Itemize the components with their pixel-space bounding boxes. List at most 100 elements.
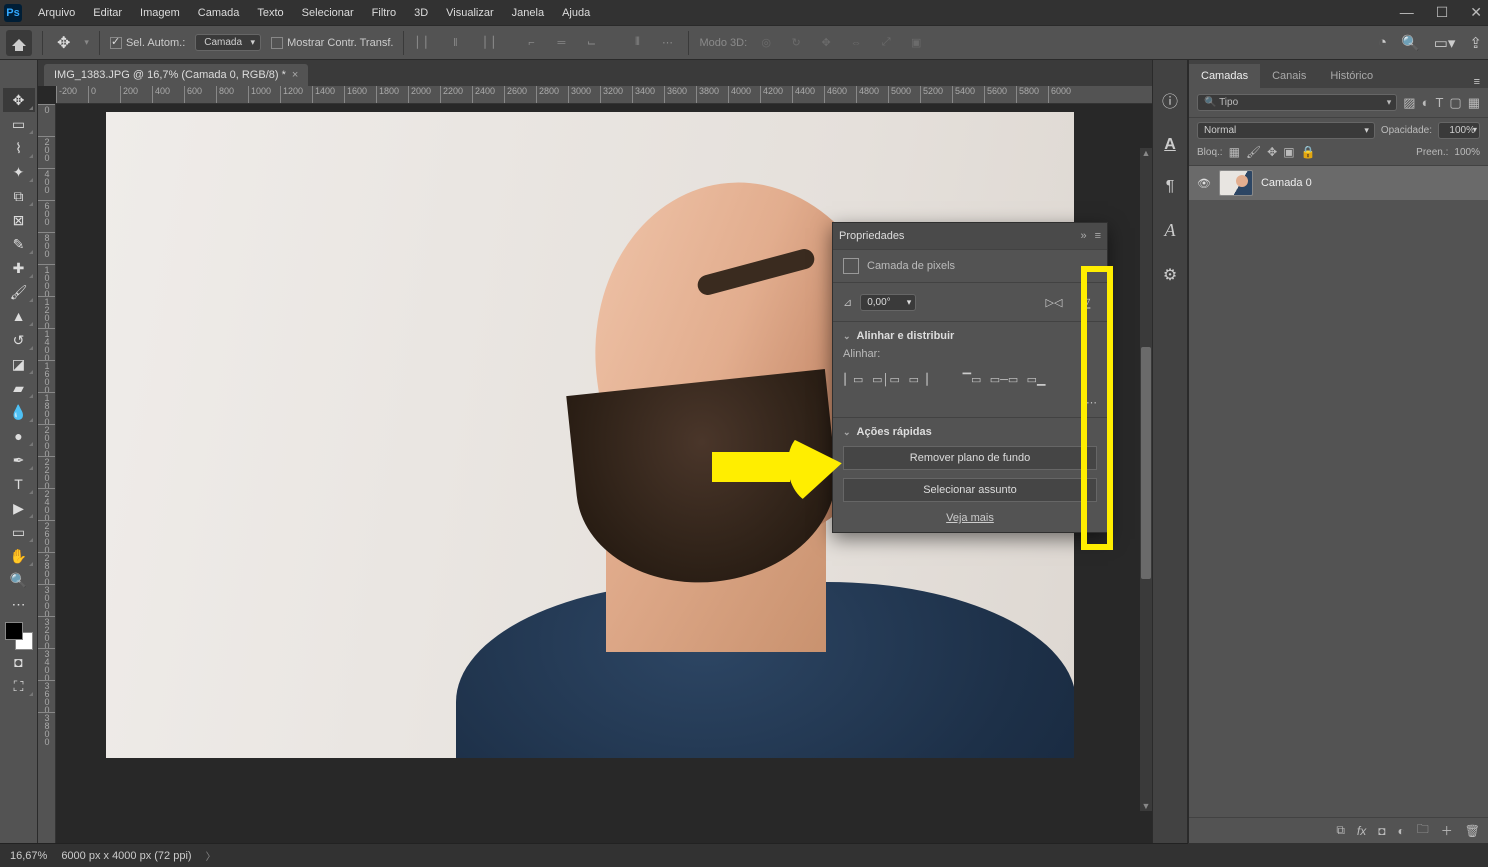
select-subject-button[interactable]: Selecionar assunto: [843, 478, 1097, 502]
vertical-scrollbar[interactable]: ▲ ▼: [1140, 148, 1152, 811]
crop-tool[interactable]: ⧉: [3, 184, 35, 208]
filter-smart-icon[interactable]: ▦: [1468, 95, 1480, 111]
cloud-docs-icon[interactable]: ◔: [1378, 34, 1387, 51]
layer-item[interactable]: 👁 Camada 0: [1189, 166, 1488, 200]
brush-tool[interactable]: 🖌: [3, 280, 35, 304]
dodge-tool[interactable]: ●: [3, 424, 35, 448]
tab-history[interactable]: Histórico: [1318, 64, 1385, 88]
type-tool[interactable]: T: [3, 472, 35, 496]
properties-header[interactable]: Propriedades » ≡: [833, 223, 1107, 249]
clone-stamp-tool[interactable]: ▲: [3, 304, 35, 328]
paragraph-panel-icon[interactable]: ¶: [1166, 178, 1175, 196]
align-center-h-icon[interactable]: ▭│▭: [875, 368, 897, 390]
align-right-icon[interactable]: ▭▕: [907, 368, 929, 390]
workspace-icon[interactable]: ▭▾: [1434, 34, 1456, 52]
info-panel-icon[interactable]: ⓘ: [1162, 88, 1178, 112]
fill-value[interactable]: 100%: [1454, 147, 1480, 158]
flip-vertical-icon[interactable]: ▽̲: [1075, 291, 1097, 313]
lasso-tool[interactable]: ⌇: [3, 136, 35, 160]
shape-tool[interactable]: ▭: [3, 520, 35, 544]
align-middle-v-icon[interactable]: ▭─▭: [993, 368, 1015, 390]
menu-help[interactable]: Ajuda: [554, 4, 598, 22]
filter-adjust-icon[interactable]: ◐: [1422, 95, 1430, 110]
see-more-link[interactable]: Veja mais: [843, 512, 1097, 524]
menu-text[interactable]: Texto: [249, 4, 291, 22]
link-layers-icon[interactable]: ⧉: [1336, 823, 1345, 838]
layer-filter-dropdown[interactable]: 🔍 Tipo: [1197, 94, 1397, 111]
panel-menu-icon[interactable]: ≡: [1466, 76, 1488, 88]
scroll-up-icon[interactable]: ▲: [1140, 148, 1152, 158]
more-align-icon[interactable]: ⋯: [843, 396, 1097, 409]
visibility-toggle-icon[interactable]: 👁: [1197, 177, 1211, 190]
delete-layer-icon[interactable]: 🗑: [1465, 824, 1480, 838]
auto-select-target-dropdown[interactable]: Camada: [195, 34, 261, 51]
more-align-icon[interactable]: ⋯: [656, 32, 678, 54]
tab-channels[interactable]: Canais: [1260, 64, 1318, 88]
quick-mask-toggle[interactable]: ◘: [3, 650, 35, 674]
menu-image[interactable]: Imagem: [132, 4, 188, 22]
glyphs-panel-icon[interactable]: A: [1165, 220, 1176, 241]
color-swatches[interactable]: [5, 622, 33, 650]
collapse-panel-icon[interactable]: »: [1080, 230, 1086, 242]
align-middle-v-icon[interactable]: ═: [550, 32, 572, 54]
window-maximize[interactable]: ☐: [1436, 4, 1449, 21]
menu-filter[interactable]: Filtro: [364, 4, 404, 22]
lock-all-icon[interactable]: 🔒: [1301, 145, 1316, 159]
align-bottom-icon[interactable]: ⌙: [580, 32, 602, 54]
move-tool[interactable]: ✥: [3, 88, 35, 112]
document-dimensions[interactable]: 6000 px x 4000 px (72 ppi): [61, 850, 191, 862]
align-left-icon[interactable]: ▏▏: [414, 32, 436, 54]
search-icon[interactable]: 🔍: [1401, 34, 1420, 52]
lock-artboard-icon[interactable]: ▣: [1283, 145, 1294, 159]
hand-tool[interactable]: ✋: [3, 544, 35, 568]
align-center-h-icon[interactable]: ‖: [444, 32, 466, 54]
frame-tool[interactable]: ⊠: [3, 208, 35, 232]
zoom-value[interactable]: 16,67%: [10, 850, 47, 862]
magic-wand-tool[interactable]: ✦: [3, 160, 35, 184]
new-group-icon[interactable]: 🗀: [1417, 820, 1429, 841]
blend-mode-dropdown[interactable]: Normal: [1197, 122, 1375, 139]
align-right-icon[interactable]: ▕▕: [474, 32, 496, 54]
new-layer-icon[interactable]: ＋: [1441, 822, 1453, 839]
align-top-icon[interactable]: ⌐: [520, 32, 542, 54]
zoom-tool[interactable]: 🔍: [3, 568, 35, 592]
section-quick-actions[interactable]: ⌄Ações rápidas: [843, 426, 1097, 438]
align-bottom-icon[interactable]: ▭▁: [1025, 368, 1047, 390]
status-menu-icon[interactable]: 〉: [206, 848, 216, 863]
window-minimize[interactable]: —: [1400, 4, 1414, 21]
marquee-tool[interactable]: ▭: [3, 112, 35, 136]
flip-horizontal-icon[interactable]: ▷◁: [1043, 291, 1065, 313]
chevron-down-icon[interactable]: ▾: [84, 37, 89, 48]
auto-select-check[interactable]: Sel. Autom.:: [110, 37, 185, 49]
lock-pixels-icon[interactable]: 🖌: [1246, 145, 1261, 159]
close-tab-icon[interactable]: ×: [292, 69, 298, 81]
layer-fx-icon[interactable]: fx: [1357, 824, 1366, 838]
eraser-tool[interactable]: ◪: [3, 352, 35, 376]
menu-file[interactable]: Arquivo: [30, 4, 83, 22]
home-button[interactable]: [6, 30, 32, 56]
menu-3d[interactable]: 3D: [406, 4, 436, 22]
opacity-value[interactable]: 100%: [1438, 122, 1480, 139]
new-adjustment-icon[interactable]: ◐: [1397, 824, 1404, 838]
menu-view[interactable]: Visualizar: [438, 4, 502, 22]
panel-menu-icon[interactable]: ≡: [1095, 230, 1101, 242]
section-align[interactable]: ⌄Alinhar e distribuir: [843, 330, 1097, 342]
gradient-tool[interactable]: ▰: [3, 376, 35, 400]
menu-layer[interactable]: Camada: [190, 4, 248, 22]
scrollbar-thumb[interactable]: [1141, 347, 1151, 579]
filter-pixel-icon[interactable]: ▨: [1403, 95, 1415, 111]
rotation-angle-input[interactable]: 0,00°: [860, 294, 916, 311]
character-panel-icon[interactable]: A: [1164, 136, 1176, 154]
path-select-tool[interactable]: ▶: [3, 496, 35, 520]
filter-type-icon[interactable]: T: [1435, 95, 1443, 110]
show-transform-check[interactable]: Mostrar Contr. Transf.: [271, 37, 393, 49]
lock-position-icon[interactable]: ✥: [1267, 145, 1277, 159]
history-brush-tool[interactable]: ↺: [3, 328, 35, 352]
menu-window[interactable]: Janela: [504, 4, 552, 22]
edit-toolbar[interactable]: ⋯: [3, 592, 35, 616]
foreground-color-swatch[interactable]: [5, 622, 23, 640]
healing-brush-tool[interactable]: ✚: [3, 256, 35, 280]
align-left-icon[interactable]: ▏▭: [843, 368, 865, 390]
document-tab[interactable]: IMG_1383.JPG @ 16,7% (Camada 0, RGB/8) *…: [44, 64, 308, 86]
pen-tool[interactable]: ✒: [3, 448, 35, 472]
